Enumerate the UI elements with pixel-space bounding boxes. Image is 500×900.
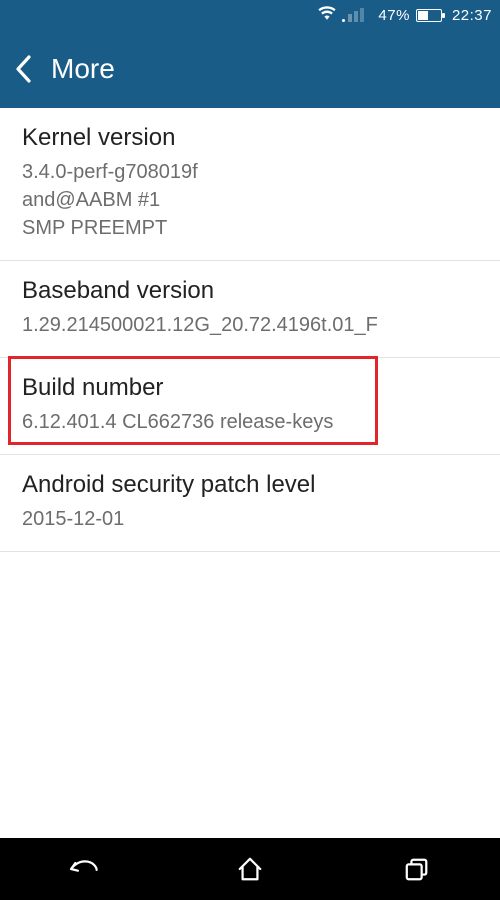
status-clock: 22:37 bbox=[452, 7, 492, 24]
battery-percentage: 47% bbox=[378, 7, 410, 24]
build-number-row[interactable]: Build number 6.12.401.4 CL662736 release… bbox=[0, 358, 500, 455]
nav-back-button[interactable] bbox=[23, 838, 143, 900]
row-label: Kernel version bbox=[22, 124, 478, 152]
battery-icon bbox=[416, 9, 442, 22]
baseband-version-row[interactable]: Baseband version 1.29.214500021.12G_20.7… bbox=[0, 261, 500, 358]
kernel-version-row[interactable]: Kernel version 3.4.0-perf-g708019f and@A… bbox=[0, 108, 500, 261]
page-title: More bbox=[51, 53, 115, 85]
status-bar: 47% 22:37 bbox=[0, 0, 500, 30]
row-value: 3.4.0-perf-g708019f and@AABM #1 SMP PREE… bbox=[22, 158, 478, 242]
row-value: 1.29.214500021.12G_20.72.4196t.01_F bbox=[22, 311, 478, 339]
app-bar: More bbox=[0, 30, 500, 108]
back-button[interactable] bbox=[14, 55, 31, 83]
security-patch-row[interactable]: Android security patch level 2015-12-01 bbox=[0, 455, 500, 552]
wifi-icon bbox=[318, 6, 336, 24]
row-value: 2015-12-01 bbox=[22, 505, 478, 533]
nav-recent-button[interactable] bbox=[357, 838, 477, 900]
nav-home-button[interactable] bbox=[190, 838, 310, 900]
row-label: Build number bbox=[22, 374, 478, 402]
navigation-bar bbox=[0, 838, 500, 900]
settings-list: Kernel version 3.4.0-perf-g708019f and@A… bbox=[0, 108, 500, 552]
row-value: 6.12.401.4 CL662736 release-keys bbox=[22, 408, 478, 436]
cell-signal-icon bbox=[342, 8, 370, 22]
row-label: Baseband version bbox=[22, 277, 478, 305]
row-label: Android security patch level bbox=[22, 471, 478, 499]
